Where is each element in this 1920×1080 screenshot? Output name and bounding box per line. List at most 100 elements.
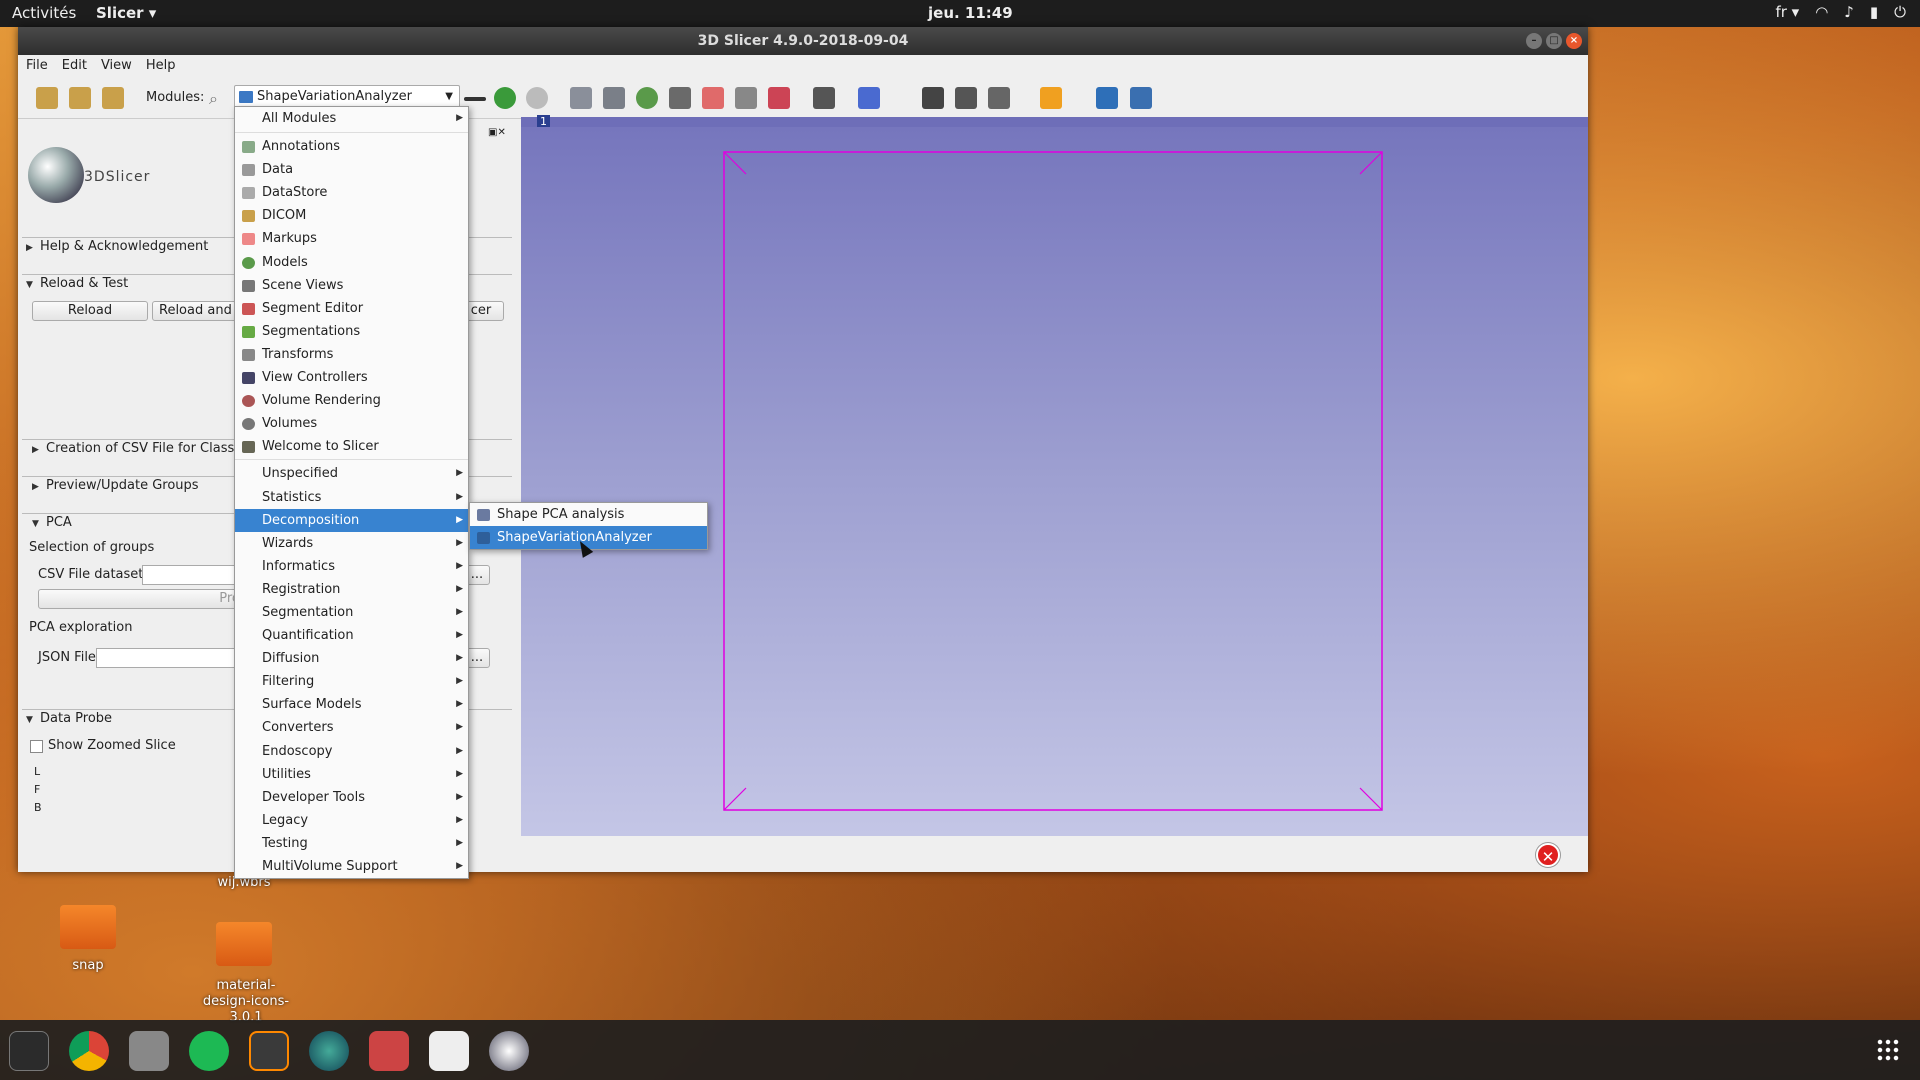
menu-item-dicom[interactable]: DICOM: [235, 204, 468, 227]
menu-item-datastore[interactable]: DataStore: [235, 181, 468, 204]
menu-item-diffusion[interactable]: Diffusion ▶: [235, 647, 468, 670]
volumes-module-icon[interactable]: [603, 87, 625, 109]
process-button[interactable]: Proc: [38, 589, 252, 609]
segment-editor-icon[interactable]: [735, 87, 757, 109]
scene-view-icon[interactable]: [955, 87, 977, 109]
show-applications-icon[interactable]: [1876, 1038, 1900, 1062]
menu-item-shape-pca[interactable]: Shape PCA analysis: [470, 503, 707, 526]
section-reload-label: Reload & Test: [40, 276, 129, 291]
close-button[interactable]: ×: [1566, 33, 1582, 49]
dicom-icon[interactable]: [69, 87, 91, 109]
menu-item-data[interactable]: Data: [235, 158, 468, 181]
show-zoomed-checkbox[interactable]: [30, 740, 43, 753]
modules-label: Modules:: [146, 90, 205, 105]
module-search-icon[interactable]: ⌕: [209, 89, 218, 109]
menu-item-informatics[interactable]: Informatics ▶: [235, 555, 468, 578]
minimize-button[interactable]: –: [1526, 33, 1542, 49]
segmentations-icon: [242, 325, 255, 338]
activities-button[interactable]: Activités: [12, 4, 76, 22]
menu-item-converters[interactable]: Converters ▶: [235, 716, 468, 739]
menu-item-welcome[interactable]: Welcome to Slicer: [235, 435, 468, 458]
crosshair-icon[interactable]: [1040, 87, 1062, 109]
settings-icon[interactable]: [369, 1031, 409, 1071]
menu-item-developer-tools[interactable]: Developer Tools ▶: [235, 786, 468, 809]
system-tray[interactable]: fr ▾ ◠ ♪ ▮ ⏻: [1775, 3, 1906, 21]
terminal-icon[interactable]: [9, 1031, 49, 1071]
menu-item-label: Informatics: [262, 558, 335, 574]
python-console-icon[interactable]: [1130, 87, 1152, 109]
menu-item-scene-views[interactable]: Scene Views: [235, 274, 468, 297]
markups-module-icon[interactable]: [702, 87, 724, 109]
editor-icon[interactable]: [768, 87, 790, 109]
menu-item-markups[interactable]: Markups: [235, 227, 468, 250]
panel-float-icon[interactable]: ▣✕: [488, 127, 506, 138]
menu-help[interactable]: Help: [146, 55, 176, 77]
menu-item-quantification[interactable]: Quantification ▶: [235, 624, 468, 647]
section-csv-label: Creation of CSV File for Classifi: [46, 441, 247, 456]
data-module-icon[interactable]: [570, 87, 592, 109]
menu-view[interactable]: View: [101, 55, 132, 77]
text-editor-icon[interactable]: [429, 1031, 469, 1071]
menu-item-view-controllers[interactable]: View Controllers: [235, 366, 468, 389]
menu-item-label: All Modules: [262, 111, 337, 126]
menu-item-unspecified[interactable]: Unspecified ▶: [235, 462, 468, 485]
app-menu[interactable]: Slicer ▾: [96, 4, 156, 22]
title-bar[interactable]: 3D Slicer 4.9.0-2018-09-04 – □ ×: [18, 27, 1588, 55]
view-controller-bar[interactable]: 1: [521, 115, 1588, 128]
3d-view[interactable]: [521, 127, 1588, 836]
menu-item-testing[interactable]: Testing ▶: [235, 832, 468, 855]
clock[interactable]: jeu. 11:49: [928, 4, 1013, 22]
desktop-folder-material[interactable]: [216, 922, 272, 966]
dicom-icon: [242, 210, 255, 223]
chrome-icon[interactable]: [69, 1031, 109, 1071]
menu-item-all-modules[interactable]: All Modules ▶: [235, 107, 468, 130]
menu-item-transforms[interactable]: Transforms: [235, 343, 468, 366]
menu-item-label: Welcome to Slicer: [262, 439, 379, 455]
menu-item-models[interactable]: Models: [235, 251, 468, 274]
menu-item-volumes[interactable]: Volumes: [235, 412, 468, 435]
menu-item-legacy[interactable]: Legacy ▶: [235, 809, 468, 832]
forward-arrow-icon[interactable]: [526, 87, 548, 109]
extension-manager-icon[interactable]: [988, 87, 1010, 109]
layout-icon[interactable]: [813, 87, 835, 109]
sublime-text-icon[interactable]: [249, 1031, 289, 1071]
menu-item-endoscopy[interactable]: Endoscopy ▶: [235, 740, 468, 763]
module-history-icon[interactable]: [464, 97, 486, 101]
spotify-icon[interactable]: [189, 1031, 229, 1071]
submenu-arrow-icon: ▶: [456, 814, 463, 825]
menu-item-segmentations[interactable]: Segmentations: [235, 320, 468, 343]
screenshot-icon[interactable]: [922, 87, 944, 109]
menu-item-volume-rendering[interactable]: Volume Rendering: [235, 389, 468, 412]
slicer-app-icon[interactable]: [489, 1031, 529, 1071]
error-log-icon[interactable]: ✕: [1536, 843, 1560, 867]
menu-item-utilities[interactable]: Utilities ▶: [235, 763, 468, 786]
menu-item-registration[interactable]: Registration ▶: [235, 578, 468, 601]
reload-button[interactable]: Reload: [32, 301, 148, 321]
extensions-icon[interactable]: [1096, 87, 1118, 109]
menu-file[interactable]: File: [26, 55, 48, 77]
menu-edit[interactable]: Edit: [62, 55, 87, 77]
menu-item-wizards[interactable]: Wizards ▶: [235, 532, 468, 555]
menu-item-decomposition[interactable]: Decomposition ▶: [235, 508, 468, 532]
transforms-module-icon[interactable]: [669, 87, 691, 109]
desktop-folder-snap[interactable]: [60, 905, 116, 949]
menu-item-statistics[interactable]: Statistics ▶: [235, 486, 468, 509]
menu-item-segment-editor[interactable]: Segment Editor: [235, 297, 468, 320]
load-data-icon[interactable]: [36, 87, 58, 109]
files-icon[interactable]: [129, 1031, 169, 1071]
menu-item-surface-models[interactable]: Surface Models ▶: [235, 693, 468, 716]
json-file-input[interactable]: [96, 648, 252, 668]
menu-item-label: Volumes: [262, 416, 318, 432]
language-indicator[interactable]: fr ▾: [1775, 3, 1799, 21]
models-module-icon[interactable]: [636, 87, 658, 109]
back-arrow-icon[interactable]: [494, 87, 516, 109]
maximize-button[interactable]: □: [1546, 33, 1562, 49]
save-icon[interactable]: [102, 87, 124, 109]
network-icon[interactable]: [309, 1031, 349, 1071]
menu-item-filtering[interactable]: Filtering ▶: [235, 670, 468, 693]
mouse-mode-icon[interactable]: [858, 87, 880, 109]
menu-item-multivolume[interactable]: MultiVolume Support ▶: [235, 855, 468, 878]
menu-item-segmentation[interactable]: Segmentation ▶: [235, 601, 468, 624]
menu-item-label: Segment Editor: [262, 300, 364, 316]
menu-item-annotations[interactable]: Annotations: [235, 135, 468, 158]
